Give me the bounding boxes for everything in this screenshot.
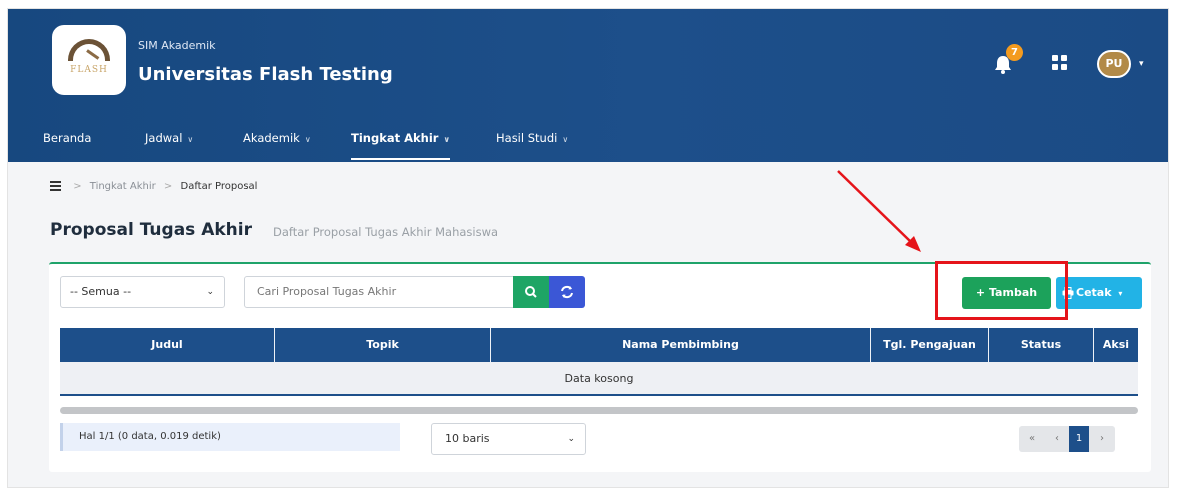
nav-item-tingkat-akhir[interactable]: Tingkat Akhir ∨ <box>351 129 450 162</box>
pager-first-button[interactable]: « <box>1019 426 1045 452</box>
filter-select-value: -- Semua -- <box>70 285 132 298</box>
chevron-down-icon: ∨ <box>562 135 569 144</box>
app-window: FLASH SIM Akademik Universitas Flash Tes… <box>7 8 1169 488</box>
chevron-down-icon: ⌄ <box>206 287 214 297</box>
refresh-button[interactable] <box>549 276 585 308</box>
column-header-topik[interactable]: Topik <box>275 328 491 362</box>
app-subtitle: SIM Akademik <box>138 39 216 52</box>
nav-item-jadwal[interactable]: Jadwal ∨ <box>145 129 193 162</box>
column-header-nama-pembimbing[interactable]: Nama Pembimbing <box>491 328 871 362</box>
refresh-icon <box>561 285 573 299</box>
breadcrumb-item-daftar-proposal: Daftar Proposal <box>180 181 258 192</box>
nav-item-label: Beranda <box>43 131 92 145</box>
filter-select[interactable]: -- Semua -- ⌄ <box>60 276 225 308</box>
hamburger-menu-icon[interactable] <box>50 179 61 193</box>
nav-item-label: Tingkat Akhir <box>351 131 439 145</box>
chevron-down-icon: ∨ <box>187 135 194 144</box>
column-header-status[interactable]: Status <box>989 328 1094 362</box>
breadcrumb-separator: > <box>163 181 173 192</box>
search-icon <box>525 286 537 298</box>
proposal-table: Judul Topik Nama Pembimbing Tgl. Pengaju… <box>60 328 1138 396</box>
horizontal-scrollbar[interactable] <box>60 407 1138 414</box>
rows-per-page-value: 10 baris <box>445 432 490 445</box>
page-info: Hal 1/1 (0 data, 0.019 detik) <box>60 423 400 451</box>
column-header-aksi[interactable]: Aksi <box>1094 328 1138 362</box>
nav-item-label: Jadwal <box>145 131 183 145</box>
chevron-down-icon: ⌄ <box>567 434 575 444</box>
breadcrumb-item-tingkat-akhir[interactable]: Tingkat Akhir <box>90 181 156 192</box>
chevron-down-icon: ∨ <box>304 135 311 144</box>
notification-badge: 7 <box>1006 44 1023 61</box>
nav-item-label: Akademik <box>243 131 300 145</box>
search-input[interactable]: Cari Proposal Tugas Akhir <box>244 276 514 308</box>
avatar-dropdown-caret-icon[interactable]: ▾ <box>1139 59 1144 69</box>
nav-item-beranda[interactable]: Beranda <box>43 129 91 162</box>
annotation-highlight-box <box>935 261 1068 320</box>
main-nav: Beranda Jadwal ∨ Akademik ∨ Tingkat Akhir ∨… <box>8 129 1168 162</box>
page-subtitle: Daftar Proposal Tugas Akhir Mahasiswa <box>273 225 499 239</box>
apps-grid-icon[interactable] <box>1052 55 1068 71</box>
top-header: FLASH SIM Akademik Universitas Flash Tes… <box>8 9 1168 162</box>
pager-prev-button[interactable]: ‹ <box>1045 426 1069 452</box>
column-header-judul[interactable]: Judul <box>60 328 275 362</box>
print-button-label: Cetak <box>1076 286 1112 299</box>
rows-per-page-select[interactable]: 10 baris ⌄ <box>431 423 586 455</box>
nav-item-akademik[interactable]: Akademik ∨ <box>243 129 311 162</box>
proposal-card: -- Semua -- ⌄ Cari Proposal Tugas Akhir … <box>49 261 1151 472</box>
table-empty-row: Data kosong <box>60 362 1138 396</box>
nav-item-label: Hasil Studi <box>496 131 558 145</box>
university-logo[interactable]: FLASH <box>52 25 126 95</box>
avatar[interactable]: PU <box>1097 50 1131 78</box>
nav-item-hasil-studi[interactable]: Hasil Studi ∨ <box>496 129 568 162</box>
chevron-down-icon: ∨ <box>443 135 450 144</box>
print-dropdown-caret-icon: ▾ <box>1118 289 1123 298</box>
app-title: Universitas Flash Testing <box>138 64 393 85</box>
page-title: Proposal Tugas Akhir <box>50 220 252 240</box>
breadcrumb-separator: > <box>73 181 82 192</box>
print-button[interactable]: Cetak ▾ <box>1056 277 1142 309</box>
table-header-row: Judul Topik Nama Pembimbing Tgl. Pengaju… <box>60 328 1138 362</box>
breadcrumb: > Tingkat Akhir > Daftar Proposal <box>50 179 257 193</box>
pager-next-button[interactable]: › <box>1089 426 1115 452</box>
pager-page-1[interactable]: 1 <box>1069 426 1089 452</box>
column-header-tgl-pengajuan[interactable]: Tgl. Pengajuan <box>871 328 989 362</box>
search-button[interactable] <box>513 276 549 308</box>
logo-brand-text: FLASH <box>70 65 108 75</box>
